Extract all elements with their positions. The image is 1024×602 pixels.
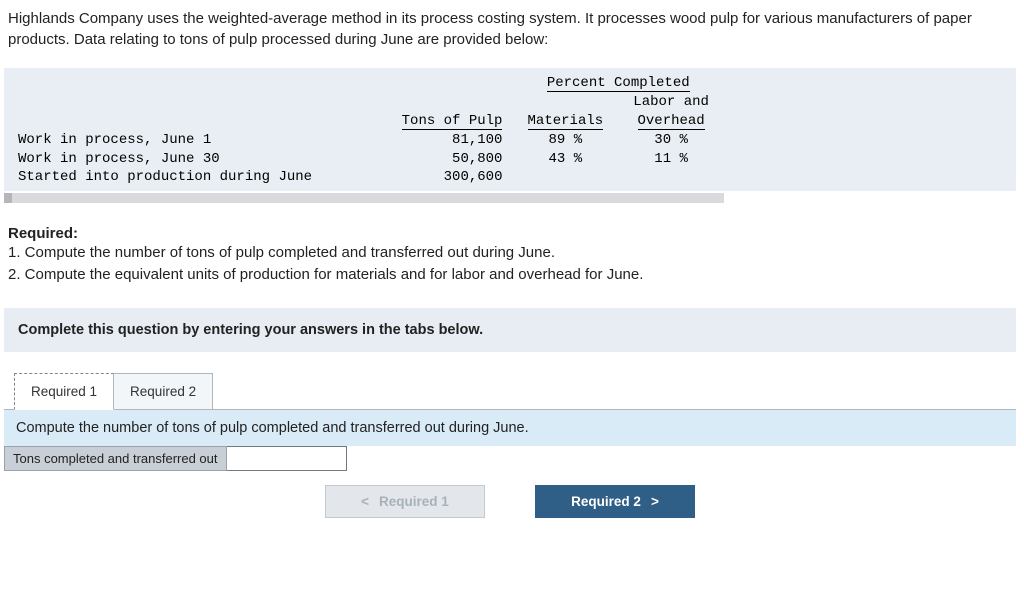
table-row: Started into production during June 300,… xyxy=(4,168,724,187)
col-header-materials: Materials xyxy=(528,113,604,130)
tab-required-2[interactable]: Required 2 xyxy=(114,373,213,410)
answer-input[interactable] xyxy=(227,446,347,471)
cell-materials: 89 % xyxy=(512,131,618,150)
cell-materials xyxy=(512,168,618,187)
chevron-left-icon: < xyxy=(361,494,369,509)
cell-tons: 300,600 xyxy=(385,168,513,187)
row-label: Work in process, June 30 xyxy=(4,150,385,169)
next-button-label: Required 2 xyxy=(571,494,641,509)
horizontal-scrollbar[interactable] xyxy=(4,193,724,203)
cell-labor xyxy=(618,168,724,187)
required-item-2: 2. Compute the equivalent units of produ… xyxy=(8,264,1016,286)
tab-panel-prompt: Compute the number of tons of pulp compl… xyxy=(4,409,1016,446)
table-row: Work in process, June 30 50,800 43 % 11 … xyxy=(4,150,724,169)
tab-required-1[interactable]: Required 1 xyxy=(14,373,114,410)
required-heading: Required: xyxy=(4,225,1016,242)
group-header-percent-completed: Percent Completed xyxy=(547,75,690,92)
problem-statement: Highlands Company uses the weighted-aver… xyxy=(4,8,1016,50)
col-header-labor: Overhead xyxy=(638,113,705,130)
tabs-row: Required 1 Required 2 xyxy=(4,372,1016,409)
data-table-region: Percent Completed Labor and Tons of Pulp… xyxy=(4,68,1016,191)
nav-row: < Required 1 Required 2 > xyxy=(4,471,1016,522)
cell-labor: 30 % xyxy=(618,131,724,150)
cell-tons: 81,100 xyxy=(385,131,513,150)
answer-label: Tons completed and transferred out xyxy=(4,446,227,471)
prev-button-label: Required 1 xyxy=(379,494,449,509)
data-table: Percent Completed Labor and Tons of Pulp… xyxy=(4,74,724,187)
col-header-tons: Tons of Pulp xyxy=(402,113,503,130)
row-label: Work in process, June 1 xyxy=(4,131,385,150)
prev-button: < Required 1 xyxy=(325,485,485,518)
col-header-labor-line1: Labor and xyxy=(618,93,724,112)
required-item-1: 1. Compute the number of tons of pulp co… xyxy=(8,242,1016,264)
instruction-bar: Complete this question by entering your … xyxy=(4,308,1016,352)
cell-materials: 43 % xyxy=(512,150,618,169)
answer-row: Tons completed and transferred out xyxy=(4,446,1016,471)
row-label: Started into production during June xyxy=(4,168,385,187)
next-button[interactable]: Required 2 > xyxy=(535,485,695,518)
scrollbar-thumb[interactable] xyxy=(4,193,12,203)
required-list: 1. Compute the number of tons of pulp co… xyxy=(4,242,1016,286)
chevron-right-icon: > xyxy=(651,494,659,509)
cell-labor: 11 % xyxy=(618,150,724,169)
table-row: Work in process, June 1 81,100 89 % 30 % xyxy=(4,131,724,150)
cell-tons: 50,800 xyxy=(385,150,513,169)
